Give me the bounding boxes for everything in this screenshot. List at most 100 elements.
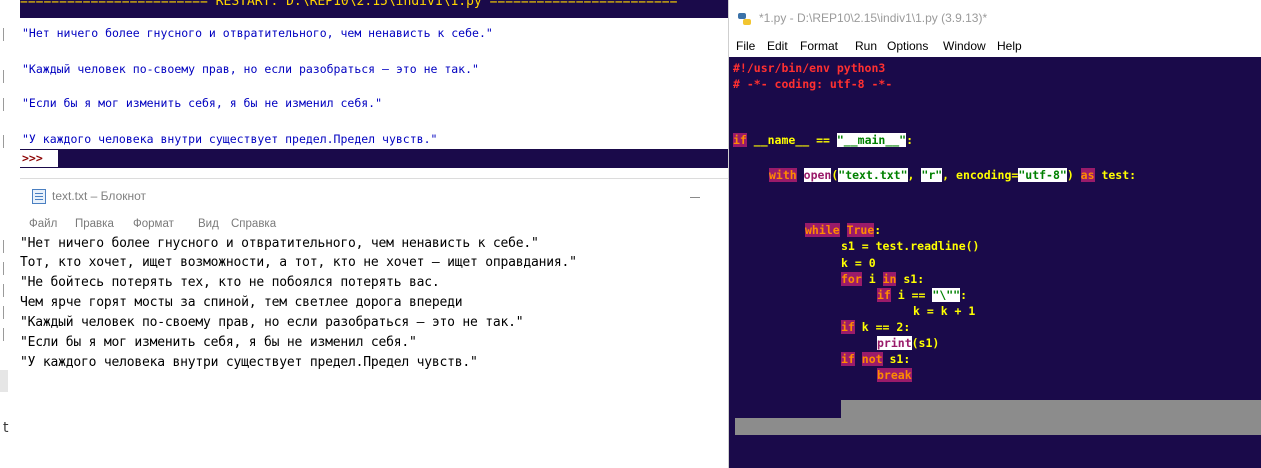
text-line: "Если бы я мог изменить себя, я бы не из… xyxy=(20,335,417,350)
editor-menubar: File Edit Format Run Options Window Help xyxy=(729,36,1261,57)
notepad-icon xyxy=(32,189,46,204)
code-text: s1: xyxy=(896,272,925,286)
for-line: for i in s1: xyxy=(841,272,924,286)
text-line: "У каждого человека внутри существует пр… xyxy=(20,355,478,370)
background-line-marker xyxy=(3,284,7,297)
string-literal: "r" xyxy=(921,168,943,182)
keyword: if xyxy=(841,352,855,366)
if-quote-line: if i == "\"": xyxy=(877,288,967,302)
background-line-marker xyxy=(3,306,7,319)
code-text: test: xyxy=(1094,168,1137,182)
editor-title: *1.py - D:\REP10\2.15\indiv1\1.py (3.9.1… xyxy=(759,11,988,25)
code-text: : xyxy=(906,133,914,147)
string-literal: "utf-8" xyxy=(1018,168,1067,182)
background-line-marker xyxy=(3,328,7,341)
background-line-marker xyxy=(3,240,7,253)
shell-output-line: "Нет ничего более гнусного и отвратитель… xyxy=(22,26,493,40)
builtin: print xyxy=(877,336,912,350)
string-literal: "\"" xyxy=(932,288,961,302)
python-shell-window[interactable]: ======================== RESTART: D:\REP… xyxy=(20,0,728,178)
restart-line: ======================== RESTART: D:\REP… xyxy=(20,0,678,9)
shell-output-line: "Если бы я мог изменить себя, я бы не из… xyxy=(22,96,383,110)
notepad-menubar: Файл Правка Формат Вид Справка xyxy=(20,214,728,234)
menu-edit[interactable]: Правка xyxy=(75,218,114,230)
notepad-title: text.txt – Блокнот xyxy=(52,189,147,203)
code-text: ) xyxy=(1066,168,1081,182)
notepad-window[interactable]: text.txt – Блокнот Файл Правка Формат Ви… xyxy=(20,178,728,468)
keyword: break xyxy=(877,368,912,382)
idle-editor-window[interactable]: *1.py - D:\REP10\2.15\indiv1\1.py (3.9.1… xyxy=(728,0,1261,468)
code-text: : xyxy=(874,223,882,237)
code-text: k == 2: xyxy=(854,320,911,334)
background-line-marker xyxy=(3,262,7,275)
menu-format[interactable]: Format xyxy=(800,39,838,53)
break-line: break xyxy=(877,368,912,382)
menu-file[interactable]: File xyxy=(736,39,755,53)
python-icon xyxy=(738,13,752,26)
shell-restart-banner: ======================== RESTART: D:\REP… xyxy=(20,0,728,18)
menu-file[interactable]: Файл xyxy=(29,218,57,230)
text-line: Тот, кто хочет, ищет возможности, а тот,… xyxy=(20,255,577,270)
minimize-icon xyxy=(690,197,700,198)
keyword: if xyxy=(877,288,891,302)
keyword: in xyxy=(882,272,897,286)
keyword: while xyxy=(805,223,840,237)
menu-view[interactable]: Вид xyxy=(198,218,219,230)
background-letter: t xyxy=(3,420,9,436)
if-k-line: if k == 2: xyxy=(841,320,910,334)
code-highlight-bar xyxy=(841,400,1261,418)
text-line: "Нет ничего более гнусного и отвратитель… xyxy=(20,236,539,251)
shell-output-line: "У каждого человека внутри существует пр… xyxy=(22,132,438,146)
string-literal: "text.txt" xyxy=(838,168,908,182)
background-line-marker xyxy=(3,28,7,41)
k-inc-line: k = k + 1 xyxy=(913,304,976,318)
code-editor-area[interactable]: #!/usr/bin/env python3 # -*- coding: utf… xyxy=(729,57,1261,468)
keyword: with xyxy=(769,168,797,182)
keyword: as xyxy=(1080,168,1095,182)
notepad-titlebar[interactable]: text.txt – Блокнот xyxy=(20,179,728,214)
if-not-line: if not s1: xyxy=(841,352,910,366)
if-main-line: if __name__ == "__main__": xyxy=(733,133,913,147)
keyword: if xyxy=(733,133,747,147)
keyword: True xyxy=(846,223,875,237)
string-literal: "__main__" xyxy=(836,133,907,147)
background-line-marker xyxy=(3,135,7,148)
shell-prompt-row[interactable]: >>> xyxy=(20,149,728,168)
background-scrollbar xyxy=(0,370,8,392)
minimize-button[interactable] xyxy=(682,187,712,205)
readline-line: s1 = test.readline() xyxy=(841,239,980,253)
text-line: "Каждый человек по-своему прав, но если … xyxy=(20,315,524,330)
horizontal-scrollbar[interactable] xyxy=(735,418,1261,435)
shell-output-area[interactable]: "Нет ничего более гнусного и отвратитель… xyxy=(20,18,728,149)
code-text: __name__ == xyxy=(746,133,837,147)
menu-edit[interactable]: Edit xyxy=(767,39,788,53)
menu-options[interactable]: Options xyxy=(887,39,928,53)
background-line-marker xyxy=(3,98,7,111)
keyword: if xyxy=(841,320,855,334)
code-text: s1: xyxy=(882,352,911,366)
with-open-line: with open("text.txt", "r", encoding="utf… xyxy=(769,168,1136,182)
builtin: open xyxy=(803,168,832,182)
code-text: , xyxy=(907,168,922,182)
text-line: "Не бойтесь потерять тех, кто не побоялс… xyxy=(20,275,440,290)
code-text: i xyxy=(861,272,883,286)
menu-help[interactable]: Справка xyxy=(231,218,276,230)
menu-run[interactable]: Run xyxy=(855,39,877,53)
keyword: for xyxy=(841,272,862,286)
code-text: (s1) xyxy=(911,336,940,350)
menu-format[interactable]: Формат xyxy=(133,218,174,230)
editor-titlebar[interactable]: *1.py - D:\REP10\2.15\indiv1\1.py (3.9.1… xyxy=(729,0,1261,36)
background-line-marker xyxy=(3,70,7,83)
menu-window[interactable]: Window xyxy=(943,39,986,53)
while-line: while True: xyxy=(805,223,881,237)
text-line: Чем ярче горят мосты за спиной, тем свет… xyxy=(20,295,463,310)
coding-line: # -*- coding: utf-8 -*- xyxy=(733,77,893,91)
code-text: , encoding= xyxy=(942,168,1019,182)
shell-output-line: "Каждый человек по-своему прав, но если … xyxy=(22,62,479,76)
code-text: : xyxy=(960,288,968,302)
menu-help[interactable]: Help xyxy=(997,39,1022,53)
shell-bottom-gap xyxy=(20,168,728,178)
